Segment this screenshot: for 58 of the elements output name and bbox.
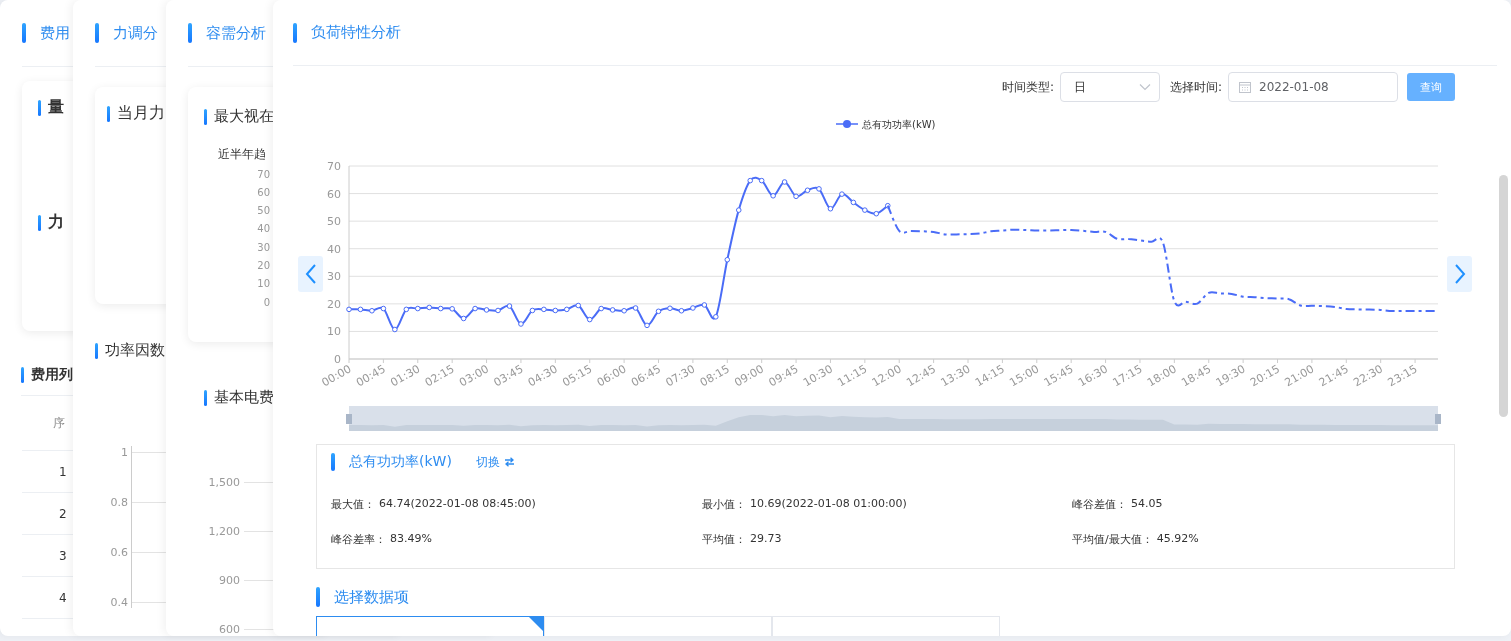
chart-title: 功率因数	[105, 341, 165, 360]
panel-title: 费用	[40, 23, 70, 43]
stat-label: 最小值：	[702, 497, 746, 513]
section-title: 选择数据项	[334, 587, 409, 607]
stat-value: 45.92%	[1156, 532, 1199, 548]
axis-tick-label: 600	[218, 622, 240, 636]
panel-title: 容需分析	[206, 23, 266, 43]
axis-tick-label: 0.4	[109, 595, 128, 609]
axis-tick-label: 40	[256, 223, 270, 235]
section-title: 量	[48, 97, 64, 118]
field-label: 时间类型:	[1001, 78, 1054, 96]
stat-label: 峰谷差值：	[1072, 497, 1127, 513]
axis-tick-label: 10	[327, 325, 341, 339]
section-title: 力	[48, 212, 64, 233]
field-label: 选择时间:	[1169, 78, 1222, 96]
table-cell: 1	[59, 464, 67, 479]
section-title: 费用列	[31, 366, 73, 384]
stat-label: 平均值/最大值：	[1072, 532, 1153, 548]
axis-tick-label: 70	[327, 160, 341, 174]
axis-tick-label: 20	[256, 260, 270, 271]
axis-tick-label: 50	[256, 205, 270, 217]
panel-title: 力调分	[113, 23, 158, 43]
stat-value: 29.73	[750, 532, 782, 548]
stat-value: 64.74(2022-01-08 08:45:00)	[379, 497, 536, 513]
table-cell: 2	[59, 506, 67, 521]
axis-tick-label: 1,200	[207, 524, 240, 538]
axis-tick-label: 20	[327, 298, 341, 312]
card-title: 最大视在	[214, 107, 274, 126]
axis-tick-label: 50	[327, 215, 341, 229]
column-header: 序	[53, 414, 65, 432]
axis-tick-label: 70	[256, 168, 270, 180]
axis-tick-label: 10	[256, 278, 270, 290]
stat-label: 平均值：	[702, 532, 746, 548]
axis-tick-label: 1	[120, 445, 128, 459]
table-cell: 4	[59, 590, 67, 605]
axis-tick-label: 60	[327, 187, 341, 201]
stat-label: 峰谷差率：	[331, 532, 386, 548]
axis-tick-label: 0	[262, 296, 270, 308]
chart-title: 近半年趋	[218, 146, 267, 163]
card-title: 当月力	[117, 103, 165, 124]
table-cell: 3	[59, 548, 67, 563]
stat-value: 54.05	[1131, 497, 1163, 513]
axis-tick-label: 30	[327, 270, 341, 284]
panel-title: 负荷特性分析	[311, 23, 401, 43]
axis-tick-label: 0.6	[109, 545, 128, 559]
axis-tick-label: 0	[334, 353, 341, 367]
axis-tick-label: 0.8	[109, 495, 128, 509]
axis-tick-label: 1,500	[207, 475, 240, 489]
stat-value: 83.49%	[390, 532, 432, 548]
chart-title: 基本电费	[214, 388, 274, 407]
stat-label: 最大值：	[331, 497, 375, 513]
axis-tick-label: 60	[256, 186, 270, 198]
axis-tick-label: 30	[256, 241, 270, 253]
summary-title: 总有功功率(kW)	[349, 453, 452, 472]
stat-value: 10.69(2022-01-08 01:00:00)	[750, 497, 907, 513]
legend-label: 总有功功率(kW)	[861, 118, 936, 130]
axis-tick-label: 40	[327, 243, 341, 257]
axis-tick-label: 900	[218, 573, 240, 587]
